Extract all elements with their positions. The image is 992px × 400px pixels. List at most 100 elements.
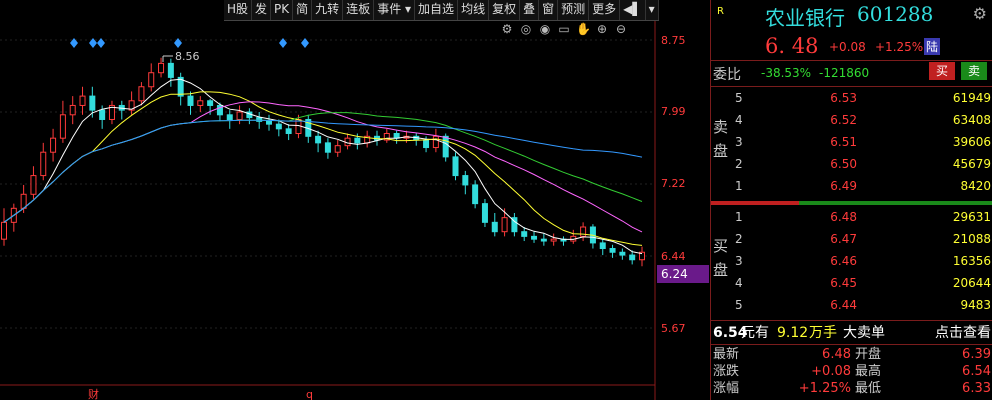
toolbar-collapse[interactable]: ◀▌: [620, 0, 646, 20]
toolbar-events[interactable]: 事件 ▾: [374, 0, 416, 20]
big-order-unit: 万手: [809, 325, 837, 341]
toolbar-dropdown[interactable]: ▾: [645, 0, 659, 20]
candle[interactable]: [236, 111, 243, 120]
q-marker[interactable]: q: [306, 388, 313, 400]
bid-row-5[interactable]: 5 6.44 9483: [711, 294, 992, 316]
candle[interactable]: [442, 135, 449, 158]
chart-icon-bar: ⚙ ◎ ◉ ▭ ✋ ⊕ ⊖: [500, 22, 628, 36]
finance-marker[interactable]: 财: [88, 387, 99, 400]
toolbar-h-share[interactable]: H股: [224, 0, 253, 20]
big-order-link[interactable]: 点击查看: [935, 322, 991, 344]
candle[interactable]: [550, 238, 557, 242]
toolbar-lianban[interactable]: 连板: [343, 0, 375, 20]
event-marker-icon[interactable]: [97, 38, 105, 48]
toolbar-overlay[interactable]: 叠: [520, 0, 540, 20]
candle[interactable]: [89, 95, 96, 111]
candle[interactable]: [324, 142, 331, 153]
candle[interactable]: [521, 231, 528, 237]
big-order-row[interactable]: 6.54 元有 9.12 万手 大卖单 点击查看: [711, 322, 992, 345]
candle[interactable]: [167, 62, 174, 78]
toolbar-more[interactable]: 更多: [589, 0, 621, 20]
gear-icon[interactable]: ⚙: [973, 4, 987, 23]
candle[interactable]: [138, 86, 145, 102]
candle[interactable]: [619, 251, 626, 256]
weibi-volume: -121860: [819, 66, 870, 80]
bid-row-1[interactable]: 1 6.48 29631: [711, 206, 992, 228]
candle[interactable]: [158, 62, 165, 74]
candle[interactable]: [69, 104, 76, 116]
candle[interactable]: [148, 72, 155, 88]
ask-row-3[interactable]: 3 6.51 39606: [711, 131, 992, 153]
layers-icon[interactable]: ◎: [519, 22, 533, 36]
candle[interactable]: [315, 135, 322, 144]
candle[interactable]: [207, 100, 214, 106]
candle[interactable]: [423, 139, 430, 149]
candle[interactable]: [452, 156, 459, 177]
candle[interactable]: [79, 95, 86, 106]
candle[interactable]: [472, 184, 479, 205]
sell-button[interactable]: 卖: [961, 62, 987, 80]
candle[interactable]: [30, 175, 37, 195]
y-tick-label: 5.67: [661, 322, 686, 335]
toolbar-ma[interactable]: 均线: [458, 0, 490, 20]
market-tag: R: [717, 6, 724, 17]
ask-row-2[interactable]: 2 6.50 45679: [711, 153, 992, 175]
ask-row-4[interactable]: 4 6.52 63408: [711, 109, 992, 131]
ask-row-5[interactable]: 5 6.53 61949: [711, 87, 992, 109]
box-icon[interactable]: ▭: [557, 22, 571, 36]
candle[interactable]: [462, 175, 469, 186]
toolbar-window[interactable]: 窗: [539, 0, 559, 20]
toolbar-jiuzhuan[interactable]: 九转: [312, 0, 344, 20]
settings-icon[interactable]: ⚙: [500, 22, 514, 36]
candle[interactable]: [599, 242, 606, 250]
candle[interactable]: [50, 137, 57, 153]
candle[interactable]: [99, 109, 106, 120]
toolbar-forecast[interactable]: 预测: [558, 0, 590, 20]
toolbar-add-watchlist[interactable]: 加自选: [415, 0, 459, 20]
zoom-out-icon[interactable]: ⊖: [614, 22, 628, 36]
price-change-pct: +1.25%: [875, 40, 924, 54]
eye-icon[interactable]: ◉: [538, 22, 552, 36]
candle[interactable]: [187, 95, 194, 106]
candle[interactable]: [432, 135, 439, 149]
candle[interactable]: [275, 123, 282, 130]
bid-row-2[interactable]: 2 6.47 21088: [711, 228, 992, 250]
toolbar-fa[interactable]: 发: [252, 0, 272, 20]
event-marker-icon[interactable]: [301, 38, 309, 48]
candle[interactable]: [40, 151, 47, 177]
candle[interactable]: [491, 221, 498, 233]
candle[interactable]: [256, 117, 263, 122]
bid-row-4[interactable]: 4 6.45 20644: [711, 272, 992, 294]
candle[interactable]: [266, 120, 273, 125]
candle[interactable]: [481, 203, 488, 223]
toolbar-pk[interactable]: PK: [271, 0, 294, 20]
candle[interactable]: [334, 145, 341, 153]
candle[interactable]: [197, 100, 204, 106]
toolbar-adjust[interactable]: 复权: [489, 0, 521, 20]
buy-button[interactable]: 买: [929, 62, 955, 80]
candle[interactable]: [540, 238, 547, 242]
toolbar-jian[interactable]: 简: [293, 0, 313, 20]
candle[interactable]: [1, 221, 7, 240]
candle[interactable]: [580, 226, 587, 237]
stats-table: 最新 6.48 开盘 6.39 涨跌 +0.08 最高 6.54 涨幅 +1.2…: [711, 346, 992, 400]
candle[interactable]: [531, 235, 538, 240]
candle[interactable]: [59, 114, 66, 139]
kline-chart[interactable]: 8.56 8.75 7.99 7.22 6.44 5.67 6.24 财 q: [0, 0, 710, 400]
candle[interactable]: [354, 137, 361, 144]
candle[interactable]: [285, 128, 292, 135]
ask-row-1[interactable]: 1 6.49 8420: [711, 175, 992, 197]
bid-ask-ratio-bar: [711, 201, 992, 205]
exchange-badge: 陆: [924, 38, 941, 55]
price-row: 6. 48 +0.08 +1.25% 陆: [711, 32, 992, 58]
last-price: 6. 48: [765, 34, 819, 58]
candle[interactable]: [226, 114, 233, 120]
stats-row: 最新 6.48 开盘 6.39: [713, 347, 991, 362]
hand-icon[interactable]: ✋: [576, 22, 591, 36]
candle[interactable]: [629, 254, 636, 261]
candle[interactable]: [609, 248, 616, 253]
bid-row-3[interactable]: 3 6.46 16356: [711, 250, 992, 272]
zoom-in-icon[interactable]: ⊕: [595, 22, 609, 36]
candle[interactable]: [501, 217, 508, 233]
kline-chart-panel[interactable]: 8.56 8.75 7.99 7.22 6.44 5.67 6.24 财 q H股 发 …: [0, 0, 710, 400]
